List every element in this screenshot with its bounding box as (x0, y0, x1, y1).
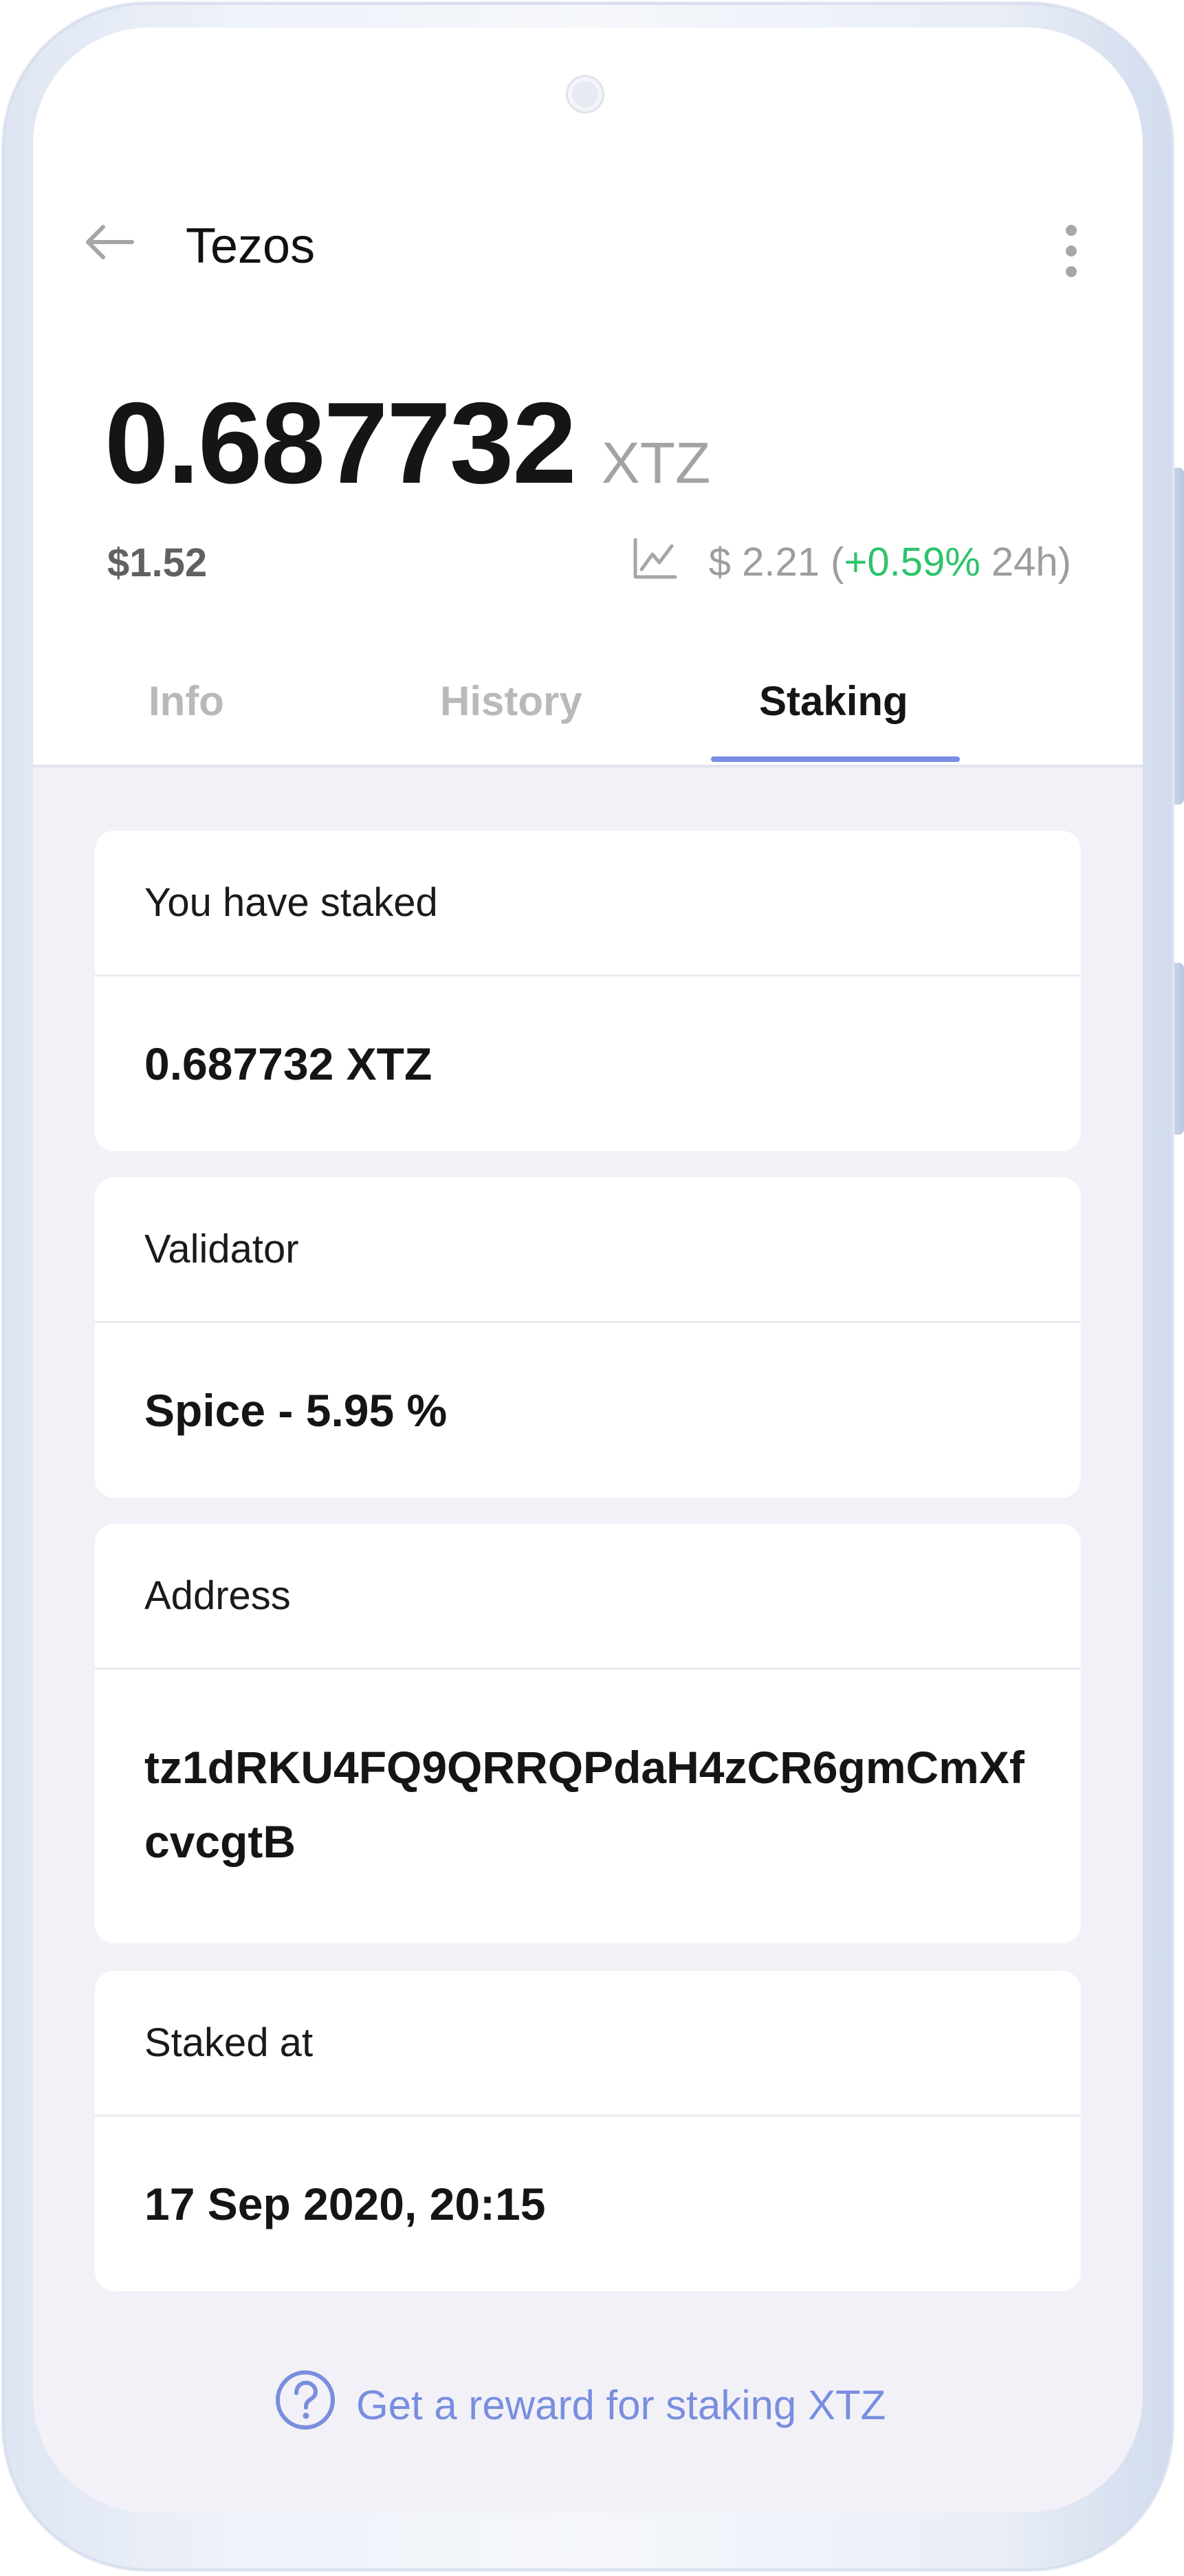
validator-value: Spice - 5.95 % (144, 1385, 448, 1436)
more-options-button[interactable] (1051, 213, 1092, 289)
address-card: Address tz1dRKU4FQ9QRRQPdaH4zCR6gmCmXfcv… (95, 1524, 1081, 1943)
staked-at-value: 17 Sep 2020, 20:15 (144, 2179, 546, 2229)
chart-line-icon (632, 538, 677, 587)
more-vertical-icon-dot (1066, 266, 1077, 277)
fiat-value: $1.52 (107, 541, 208, 585)
tab-bar: Info History Staking (33, 667, 1143, 765)
validator-label: Validator (95, 1177, 1081, 1323)
balance-display: 0.687732 XTZ (105, 385, 710, 501)
arrow-left-icon (86, 225, 134, 259)
staked-at-card: Staked at 17 Sep 2020, 20:15 (95, 1971, 1081, 2291)
staked-amount-card: You have staked 0.687732 XTZ (95, 831, 1081, 1151)
reward-link-text: Get a reward for staking XTZ (356, 2381, 886, 2428)
more-vertical-icon-dot (1066, 245, 1077, 256)
staked-label: You have staked (95, 831, 1081, 976)
tab-staking[interactable]: Staking (759, 681, 908, 722)
staked-value: 0.687732 XTZ (144, 1038, 432, 1089)
tab-info[interactable]: Info (149, 681, 224, 722)
header-area: Tezos 0.687732 XTZ $1.52 $ 2.21 (+0.59%… (33, 28, 1143, 767)
more-vertical-icon (1066, 225, 1077, 236)
phone-device: Tezos 0.687732 XTZ $1.52 $ 2.21 (+0.59%… (0, 0, 1184, 2576)
tab-history[interactable]: History (440, 681, 582, 722)
back-button[interactable] (74, 208, 143, 276)
price-info: $ 2.21 ( +0.59% 24h) (632, 538, 1071, 587)
front-camera (568, 77, 602, 111)
balance-ticker: XTZ (601, 430, 711, 495)
price-period: 24h) (980, 540, 1071, 585)
balance-amount: 0.687732 (105, 378, 577, 507)
app-screen: Tezos 0.687732 XTZ $1.52 $ 2.21 (+0.59%… (33, 28, 1143, 2513)
power-button (1174, 963, 1184, 1135)
page-title: Tezos (186, 219, 316, 274)
volume-button (1174, 468, 1184, 805)
card-gap (95, 1943, 1081, 1946)
address-value: tz1dRKU4FQ9QRRQPdaH4zCR6gmCmXfcvcgtB (144, 1742, 1024, 1867)
question-circle-icon (274, 2368, 337, 2441)
staked-at-label: Staked at (95, 1971, 1081, 2117)
active-tab-indicator (711, 756, 960, 762)
validator-card: Validator Spice - 5.95 % (95, 1177, 1081, 1498)
price-label: $ 2.21 ( (708, 540, 844, 585)
price-change: +0.59% (844, 540, 980, 585)
reward-info-link[interactable]: Get a reward for staking XTZ (274, 2368, 886, 2441)
address-label: Address (95, 1524, 1081, 1670)
